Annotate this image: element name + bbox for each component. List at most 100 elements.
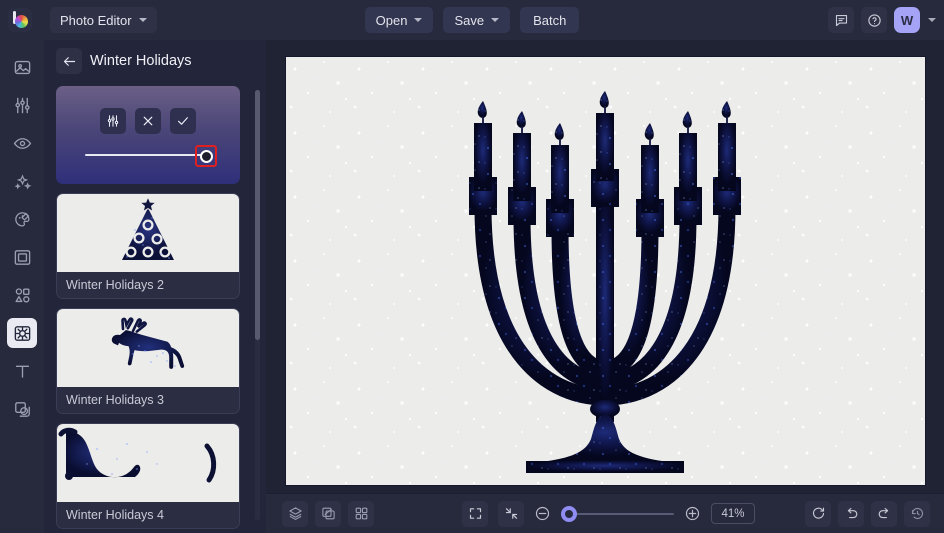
sidebar-item-image[interactable]	[7, 52, 37, 82]
bottom-toolbar: 41%	[266, 493, 944, 533]
zoom-in-button[interactable]	[684, 505, 701, 522]
preset-label: Winter Holidays 3	[57, 387, 239, 413]
minus-circle-icon	[535, 506, 550, 521]
history-button[interactable]	[904, 500, 930, 527]
preset-card[interactable]: Winter Holidays 3	[56, 308, 240, 414]
redo-button[interactable]	[871, 500, 897, 527]
text-t-icon	[15, 365, 29, 378]
zoom-slider-handle[interactable]	[561, 505, 577, 522]
overlay-button-row	[100, 108, 196, 134]
help-button[interactable]	[861, 7, 887, 33]
sidebar-item-frames[interactable]	[7, 242, 37, 272]
page-title: Winter Holidays	[90, 53, 192, 69]
bottom-left-tools	[282, 500, 374, 527]
image-icon	[14, 60, 30, 74]
batch-label: Batch	[533, 12, 567, 28]
app-mode-menu[interactable]: Photo Editor	[50, 7, 157, 33]
sparkles-icon	[14, 173, 32, 190]
glitter-menorah-artwork	[286, 57, 925, 485]
chevron-down-icon	[138, 18, 147, 22]
sidebar-item-text[interactable]	[7, 356, 37, 386]
undo-button[interactable]	[838, 500, 864, 527]
app-mode-label: Photo Editor	[60, 12, 132, 28]
feedback-button[interactable]	[828, 7, 854, 33]
file-actions: Open Save Batch	[362, 7, 582, 33]
grid-four-icon	[355, 507, 367, 520]
chevron-down-icon	[491, 18, 500, 22]
layers-overlay-icon	[14, 401, 30, 417]
preset-card-active[interactable]	[56, 86, 240, 184]
sliders-icon	[107, 115, 119, 127]
preset-panel: Winter Holidays Winter Holidays 2 Winter…	[44, 40, 266, 533]
slider-track	[85, 153, 211, 157]
preset-card[interactable]: Winter Holidays 2	[56, 193, 240, 299]
save-button[interactable]: Save	[443, 7, 511, 33]
grid-button[interactable]	[348, 500, 374, 527]
zoom-slider[interactable]	[561, 505, 674, 522]
preset-list: Winter Holidays 2 Winter Holidays 3 Wint…	[44, 86, 266, 533]
sidebar-item-preview[interactable]	[7, 128, 37, 158]
history-clock-icon	[911, 507, 923, 520]
shrink-button[interactable]	[498, 500, 524, 527]
preset-thumbnail	[57, 194, 239, 272]
preset-label: Winter Holidays 4	[57, 502, 239, 528]
slider-focus-outline	[195, 145, 217, 167]
sidebar-item-adjust[interactable]	[7, 90, 37, 120]
texture-icon	[14, 325, 30, 341]
palette-brush-icon	[14, 211, 29, 226]
zoom-controls: 41%	[462, 500, 755, 527]
eye-icon	[13, 137, 31, 149]
preset-intensity-slider[interactable]	[85, 145, 217, 167]
undo-arrow-icon	[847, 507, 857, 519]
app-logo[interactable]	[0, 0, 40, 40]
preset-settings-button[interactable]	[100, 108, 126, 134]
reset-button[interactable]	[805, 500, 831, 527]
image-canvas[interactable]	[286, 57, 925, 485]
layers-button[interactable]	[282, 500, 308, 527]
history-controls	[805, 500, 930, 527]
batch-button[interactable]: Batch	[520, 7, 580, 33]
redo-arrow-icon	[878, 507, 888, 519]
canvas-stage	[266, 40, 944, 493]
slider-handle[interactable]	[199, 149, 213, 163]
avatar-initial: W	[900, 12, 914, 28]
close-x-icon	[143, 116, 153, 126]
sidebar-item-shapes[interactable]	[7, 280, 37, 310]
sidebar-item-layers[interactable]	[7, 394, 37, 424]
preset-thumbnail	[57, 424, 239, 502]
sliders-icon	[14, 97, 30, 113]
zoom-slider-track	[561, 512, 674, 515]
preset-thumbnail	[57, 309, 239, 387]
question-circle-icon	[867, 13, 881, 27]
checkmark-icon	[178, 117, 188, 125]
compare-button[interactable]	[315, 500, 341, 527]
back-button[interactable]	[56, 48, 82, 74]
reset-refresh-icon	[812, 507, 824, 519]
top-right-controls: W	[828, 0, 936, 40]
shapes-icon	[14, 287, 30, 303]
arrow-left-icon	[63, 56, 75, 66]
color-wheel-logo-icon	[8, 8, 32, 32]
open-label: Open	[375, 12, 408, 28]
panel-scrollbar[interactable]	[255, 90, 260, 340]
reindeer-art	[111, 317, 185, 369]
sidebar-item-effects[interactable]	[7, 166, 37, 196]
tool-rail	[0, 40, 44, 533]
preset-apply-button[interactable]	[170, 108, 196, 134]
sidebar-item-textures[interactable]	[7, 318, 37, 348]
preset-label: Winter Holidays 2	[57, 272, 239, 298]
preset-card[interactable]: Winter Holidays 4	[56, 423, 240, 529]
preset-overlay-controls	[56, 86, 240, 184]
zoom-out-button[interactable]	[534, 505, 551, 522]
preset-cancel-button[interactable]	[135, 108, 161, 134]
christmas-tree-art	[122, 195, 174, 260]
fit-screen-icon	[469, 508, 481, 519]
chevron-down-icon	[414, 18, 423, 22]
compare-overlay-icon	[321, 507, 335, 520]
sidebar-item-retouch[interactable]	[7, 204, 37, 234]
fit-screen-button[interactable]	[462, 500, 488, 527]
zoom-level-value[interactable]: 41%	[711, 503, 755, 524]
account-chevron-down-icon[interactable]	[928, 18, 936, 22]
avatar[interactable]: W	[894, 7, 920, 33]
open-button[interactable]: Open	[364, 7, 434, 33]
